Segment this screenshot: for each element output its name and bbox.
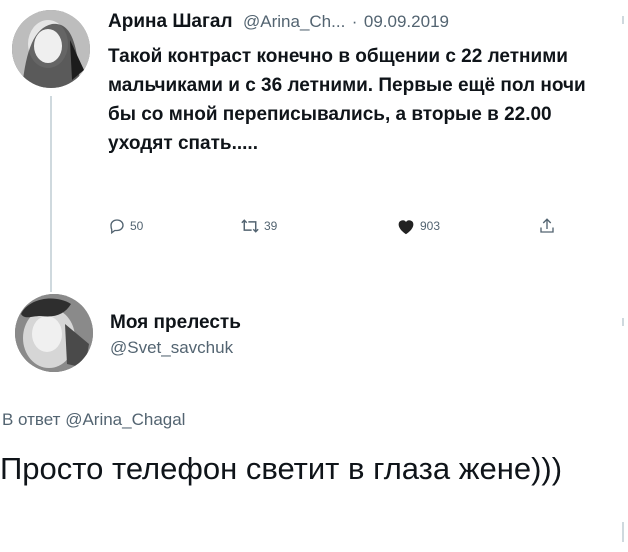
replier-name[interactable]: Моя прелесть: [110, 312, 241, 334]
heart-icon: [398, 220, 414, 235]
more-indicator: [622, 318, 624, 326]
reply-to-line: В ответ @Arina_Chagal: [2, 410, 185, 430]
share-icon: [540, 218, 554, 233]
replier-avatar[interactable]: [15, 294, 93, 372]
retweet-action[interactable]: 39: [240, 217, 277, 235]
like-action[interactable]: 903: [396, 217, 440, 235]
share-action[interactable]: [538, 217, 556, 235]
reply-count: 50: [130, 219, 144, 233]
more-indicator: [622, 522, 624, 542]
author-handle[interactable]: @Arina_Ch...: [243, 12, 345, 31]
reply-to-prefix: В ответ: [2, 410, 61, 429]
reply-to-handle[interactable]: @Arina_Chagal: [65, 410, 185, 429]
tweet1-header: Арина Шагал @Arina_Ch... · 09.09.2019: [108, 11, 449, 33]
tweet-date[interactable]: 09.09.2019: [364, 12, 449, 31]
tweet1-text: Такой контраст конечно в общении с 22 ле…: [108, 46, 586, 154]
tweet2-text: Просто телефон светит в глаза жене))): [0, 451, 563, 486]
avatar-photo: [15, 294, 93, 372]
reply-icon: [110, 219, 124, 235]
like-count: 903: [420, 219, 441, 233]
retweet-count: 39: [264, 219, 278, 233]
avatar-photo: [12, 10, 90, 88]
reply-action[interactable]: 50: [108, 217, 143, 235]
meta-separator: ·: [351, 12, 358, 31]
more-indicator: [622, 16, 624, 24]
retweet-icon: [241, 219, 259, 233]
author-name[interactable]: Арина Шагал: [108, 11, 233, 32]
thread-line: [50, 96, 52, 292]
author-avatar[interactable]: [12, 10, 90, 88]
replier-handle[interactable]: @Svet_savchuk: [110, 338, 241, 358]
tweet2-author: Моя прелесть @Svet_savchuk: [110, 312, 241, 358]
